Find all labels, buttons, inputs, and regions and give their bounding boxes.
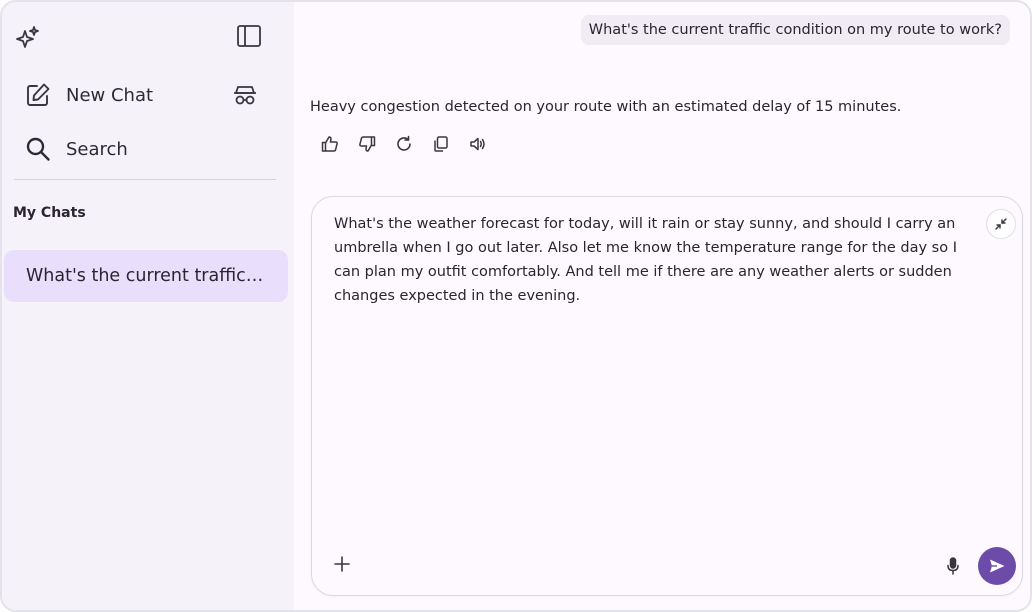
speaker-icon[interactable]: [468, 134, 488, 154]
assistant-message: Heavy congestion detected on your route …: [310, 99, 902, 115]
search-icon: [24, 135, 52, 163]
incognito-icon[interactable]: [232, 82, 258, 108]
thumbs-down-icon[interactable]: [357, 134, 377, 154]
app-window: New Chat Search My Chats What's the curr…: [0, 0, 1032, 612]
sidebar-panel-icon[interactable]: [234, 22, 264, 50]
collapse-icon[interactable]: [986, 209, 1016, 239]
search-label: Search: [66, 138, 128, 160]
search-button[interactable]: Search: [24, 133, 128, 165]
chat-title: What's the current traffic condition on …: [26, 266, 266, 286]
copy-icon[interactable]: [431, 134, 451, 154]
sparkles-icon[interactable]: [14, 24, 42, 52]
user-message: What's the current traffic condition on …: [580, 15, 1010, 45]
my-chats-heading: My Chats: [13, 205, 86, 221]
message-composer[interactable]: What's the weather forecast for today, w…: [311, 196, 1023, 596]
new-chat-label: New Chat: [66, 84, 154, 106]
sidebar: New Chat Search My Chats What's the curr…: [2, 2, 294, 610]
composer-input[interactable]: What's the weather forecast for today, w…: [334, 212, 974, 308]
refresh-icon[interactable]: [394, 134, 414, 154]
new-chat-button[interactable]: New Chat: [24, 79, 153, 111]
mic-icon[interactable]: [944, 557, 962, 575]
send-icon: [988, 557, 1006, 575]
sidebar-divider: [14, 179, 276, 180]
message-actions: [320, 134, 505, 154]
plus-icon[interactable]: [332, 554, 352, 574]
chat-list-item[interactable]: What's the current traffic condition on …: [4, 250, 288, 302]
edit-square-icon: [24, 81, 52, 109]
send-button[interactable]: [978, 547, 1016, 585]
thumbs-up-icon[interactable]: [320, 134, 340, 154]
